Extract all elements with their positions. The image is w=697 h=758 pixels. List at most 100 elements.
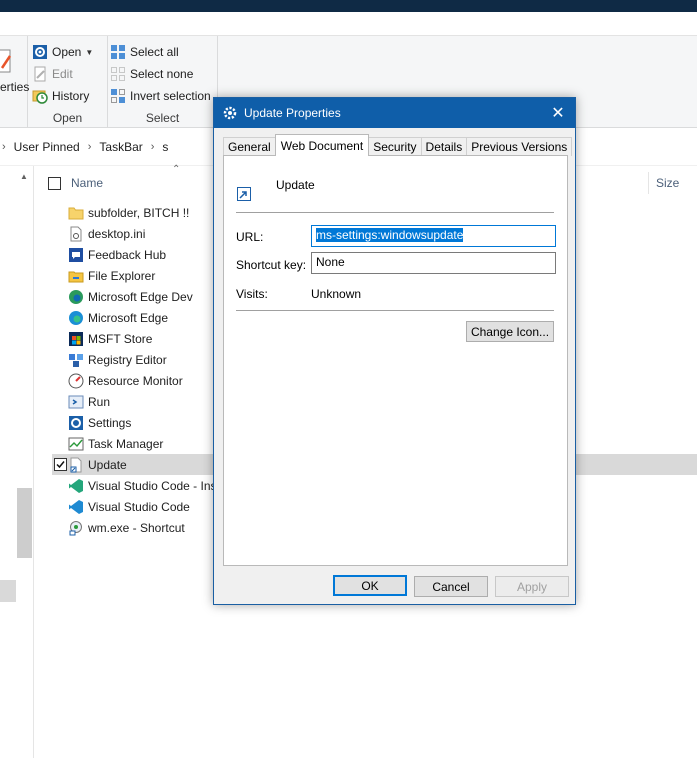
- apply-button[interactable]: Apply: [495, 576, 569, 597]
- navigation-scrollbar[interactable]: ▲: [16, 166, 33, 758]
- file-name: Microsoft Edge Dev: [88, 289, 193, 304]
- file-name: desktop.ini: [88, 226, 146, 241]
- file-name: Registry Editor: [88, 352, 167, 367]
- edge-icon: [69, 310, 83, 325]
- tab-general[interactable]: General: [223, 137, 276, 156]
- ribbon-tab-strip: [0, 12, 697, 36]
- invert-selection-label: Invert selection: [130, 89, 211, 103]
- tab-previous-versions[interactable]: Previous Versions: [466, 137, 573, 156]
- navigation-scroll-thumb[interactable]: [17, 488, 32, 558]
- column-size-label: Size: [656, 176, 680, 190]
- file-name: Run: [88, 394, 111, 409]
- properties-button-label[interactable]: erties: [0, 80, 29, 94]
- shortcut-key-label: Shortcut key:: [236, 258, 307, 272]
- file-name: File Explorer: [88, 268, 156, 283]
- url-value: ms-settings:windowsupdate: [316, 228, 464, 242]
- breadcrumb-taskbar[interactable]: TaskBar: [99, 140, 142, 154]
- url-label: URL:: [236, 230, 264, 244]
- close-button[interactable]: ✕: [541, 98, 575, 128]
- file-name: Resource Monitor: [88, 373, 183, 388]
- chevron-down-icon: ▼: [85, 47, 94, 57]
- file-name: wm.exe - Shortcut: [88, 520, 185, 535]
- tab-details[interactable]: Details: [420, 137, 468, 156]
- select-none-icon: [111, 67, 125, 81]
- file-name: MSFT Store: [88, 331, 153, 346]
- ribbon-group-select: Select all Select none Invert selection …: [108, 36, 218, 128]
- properties-dialog: Update Properties ✕ General Web Document…: [213, 97, 576, 605]
- web-document-panel: Update URL: ms-settings:windowsupdate Sh…: [223, 155, 568, 566]
- change-icon-button[interactable]: Change Icon...: [466, 321, 554, 342]
- task-manager-icon: [68, 437, 84, 450]
- file-explorer-icon: [68, 271, 84, 282]
- update-shortcut-icon: [70, 457, 82, 472]
- breadcrumb-user-pinned[interactable]: User Pinned: [14, 140, 80, 154]
- ok-button[interactable]: OK: [333, 575, 407, 596]
- item-name: Update: [276, 178, 315, 192]
- edit-button[interactable]: Edit: [32, 64, 73, 84]
- vscode-insiders-icon: [69, 478, 83, 493]
- select-group-label: Select: [145, 111, 180, 125]
- close-icon: ✕: [551, 105, 565, 122]
- history-button[interactable]: History: [32, 86, 89, 106]
- vscode-icon: [69, 499, 83, 514]
- history-button-label: History: [52, 89, 90, 103]
- dialog-title-bar[interactable]: Update Properties ✕: [214, 98, 575, 128]
- breadcrumb-separator: ›: [2, 140, 6, 153]
- registry-editor-icon: [69, 353, 83, 367]
- select-none-label: Select none: [130, 67, 194, 81]
- select-all-checkbox[interactable]: [48, 176, 61, 190]
- cancel-button[interactable]: Cancel: [414, 576, 488, 597]
- open-button[interactable]: Open ▼: [32, 42, 93, 62]
- open-group-label: Open: [52, 111, 83, 125]
- column-header-size[interactable]: Size: [656, 170, 679, 196]
- file-name: Microsoft Edge: [88, 310, 169, 325]
- store-icon: [69, 331, 83, 346]
- resource-monitor-icon: [68, 373, 84, 388]
- dialog-tabs: General Web Document Security Details Pr…: [223, 134, 573, 156]
- edit-button-label: Edit: [52, 67, 73, 81]
- shortcut-icon: [237, 187, 251, 201]
- shortcut-key-field[interactable]: None: [311, 252, 556, 274]
- edit-icon: [34, 66, 46, 82]
- open-button-label: Open: [52, 45, 82, 59]
- properties-icon: [33, 45, 47, 59]
- explorer-title-bar: [0, 0, 697, 12]
- column-divider: [648, 172, 649, 194]
- column-header-name[interactable]: Name: [48, 170, 103, 196]
- file-name: Feedback Hub: [88, 247, 167, 262]
- settings-gear-icon: [69, 415, 83, 430]
- row-checkbox-checked[interactable]: [54, 458, 67, 471]
- history-icon: [32, 90, 48, 104]
- folder-icon: [68, 207, 84, 219]
- breadcrumb-separator: ›: [150, 140, 155, 153]
- invert-selection-icon: [111, 89, 125, 103]
- tab-web-document[interactable]: Web Document: [274, 134, 370, 156]
- select-all-button[interactable]: Select all: [110, 42, 179, 62]
- tab-security[interactable]: Security: [368, 137, 422, 156]
- run-icon: [68, 395, 84, 408]
- checkmark-icon: [56, 461, 65, 469]
- ribbon-group-properties: erties: [0, 36, 29, 128]
- divider: [236, 310, 554, 311]
- edge-dev-icon: [69, 289, 83, 304]
- select-all-label: Select all: [130, 45, 179, 59]
- select-all-icon: [111, 45, 125, 59]
- select-none-button[interactable]: Select none: [110, 64, 193, 84]
- sort-ascending-icon: ⌃: [172, 164, 181, 175]
- scroll-up-icon[interactable]: ▲: [20, 172, 28, 181]
- wm-exe-icon: [69, 520, 82, 535]
- invert-selection-button[interactable]: Invert selection: [110, 86, 211, 106]
- properties-large-icon[interactable]: [0, 48, 12, 74]
- visits-label: Visits:: [236, 287, 268, 301]
- breadcrumb-s[interactable]: s: [162, 140, 168, 154]
- file-name: Task Manager: [88, 436, 164, 451]
- url-field[interactable]: ms-settings:windowsupdate: [311, 225, 556, 247]
- settings-file-icon: [70, 226, 82, 241]
- file-name: Settings: [88, 415, 132, 430]
- breadcrumb-separator: ›: [87, 140, 92, 153]
- file-name: Update: [88, 457, 127, 472]
- navigation-selected-item[interactable]: [0, 580, 16, 602]
- shortcut-key-value: None: [316, 255, 345, 269]
- visits-value: Unknown: [311, 287, 362, 301]
- file-name: subfolder, BITCH !!: [88, 205, 190, 220]
